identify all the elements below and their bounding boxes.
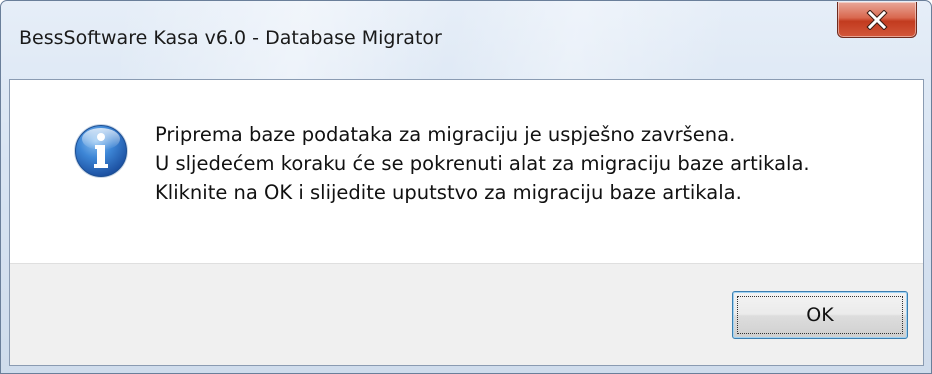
message-line: Priprema baze podataka za migraciju je u… [155, 123, 736, 146]
window-title: BessSoftware Kasa v6.0 - Database Migrat… [19, 27, 442, 49]
close-icon [866, 9, 888, 30]
message-area: Priprema baze podataka za migraciju je u… [10, 80, 923, 263]
title-bar[interactable]: BessSoftware Kasa v6.0 - Database Migrat… [1, 1, 931, 79]
information-icon [72, 122, 130, 180]
message-line: Kliknite na OK i slijedite uputstvo za m… [155, 181, 742, 204]
message-box-window: BessSoftware Kasa v6.0 - Database Migrat… [0, 0, 932, 374]
ok-button-label: OK [737, 296, 903, 334]
message-line: U sljedećem koraku će se pokrenuti alat … [155, 152, 810, 175]
button-bar: OK [10, 263, 923, 365]
message-text: Priprema baze podataka za migraciju je u… [155, 120, 810, 207]
dialog-client-area: Priprema baze podataka za migraciju je u… [9, 79, 924, 366]
ok-button[interactable]: OK [732, 291, 908, 339]
close-button[interactable] [837, 2, 917, 38]
